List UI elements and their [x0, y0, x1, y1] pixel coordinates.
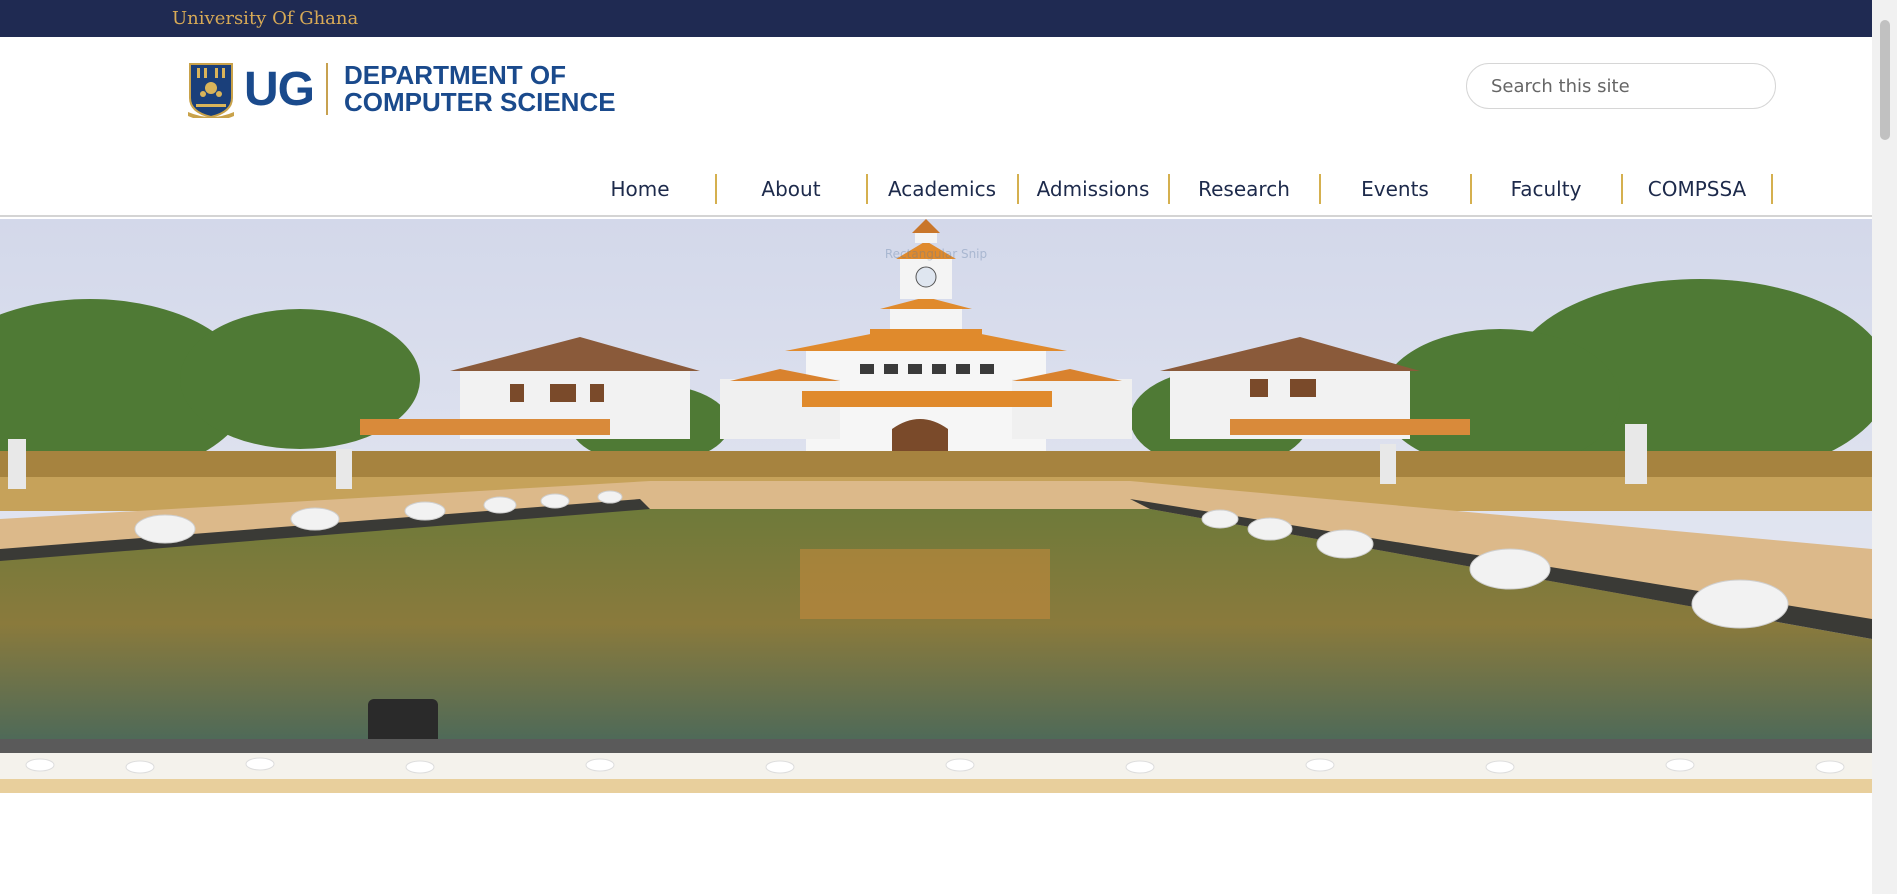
nav-item-admissions[interactable]: Admissions — [1018, 174, 1168, 204]
department-name-line1: DEPARTMENT OF — [344, 60, 566, 90]
nav-bottom-border — [0, 215, 1872, 217]
logo-divider — [326, 63, 328, 115]
scrollbar-thumb[interactable] — [1880, 20, 1890, 140]
department-name: DEPARTMENT OF COMPUTER SCIENCE — [344, 62, 616, 116]
ug-crest-icon — [188, 63, 234, 118]
nav-item-about[interactable]: About — [716, 174, 866, 204]
ug-wordmark: UG — [244, 62, 315, 116]
hero-banner-image: Rectangular Snip — [0, 219, 1872, 793]
nav-item-research[interactable]: Research — [1169, 174, 1319, 204]
nav-item-faculty[interactable]: Faculty — [1471, 174, 1621, 204]
university-link[interactable]: University Of Ghana — [172, 8, 358, 29]
main-navigation: Home About Academics Admissions Research… — [0, 174, 1872, 216]
nav-separator — [1771, 174, 1773, 204]
search-input[interactable] — [1491, 75, 1751, 97]
nav-item-home[interactable]: Home — [565, 174, 715, 204]
page: University Of Ghana UG DEPARTMENT OF COM… — [0, 0, 1872, 894]
search-box[interactable] — [1466, 63, 1776, 109]
department-name-line2: COMPUTER SCIENCE — [344, 87, 616, 117]
department-logo[interactable]: UG DEPARTMENT OF COMPUTER SCIENCE — [188, 59, 616, 119]
snip-overlay-text: Rectangular Snip — [884, 247, 988, 261]
nav-item-compssa[interactable]: COMPSSA — [1622, 174, 1772, 204]
campus-photo — [0, 219, 1872, 793]
page-scrollbar[interactable] — [1872, 0, 1897, 894]
nav-item-events[interactable]: Events — [1320, 174, 1470, 204]
nav-item-academics[interactable]: Academics — [867, 174, 1017, 204]
top-bar: University Of Ghana — [0, 0, 1872, 37]
